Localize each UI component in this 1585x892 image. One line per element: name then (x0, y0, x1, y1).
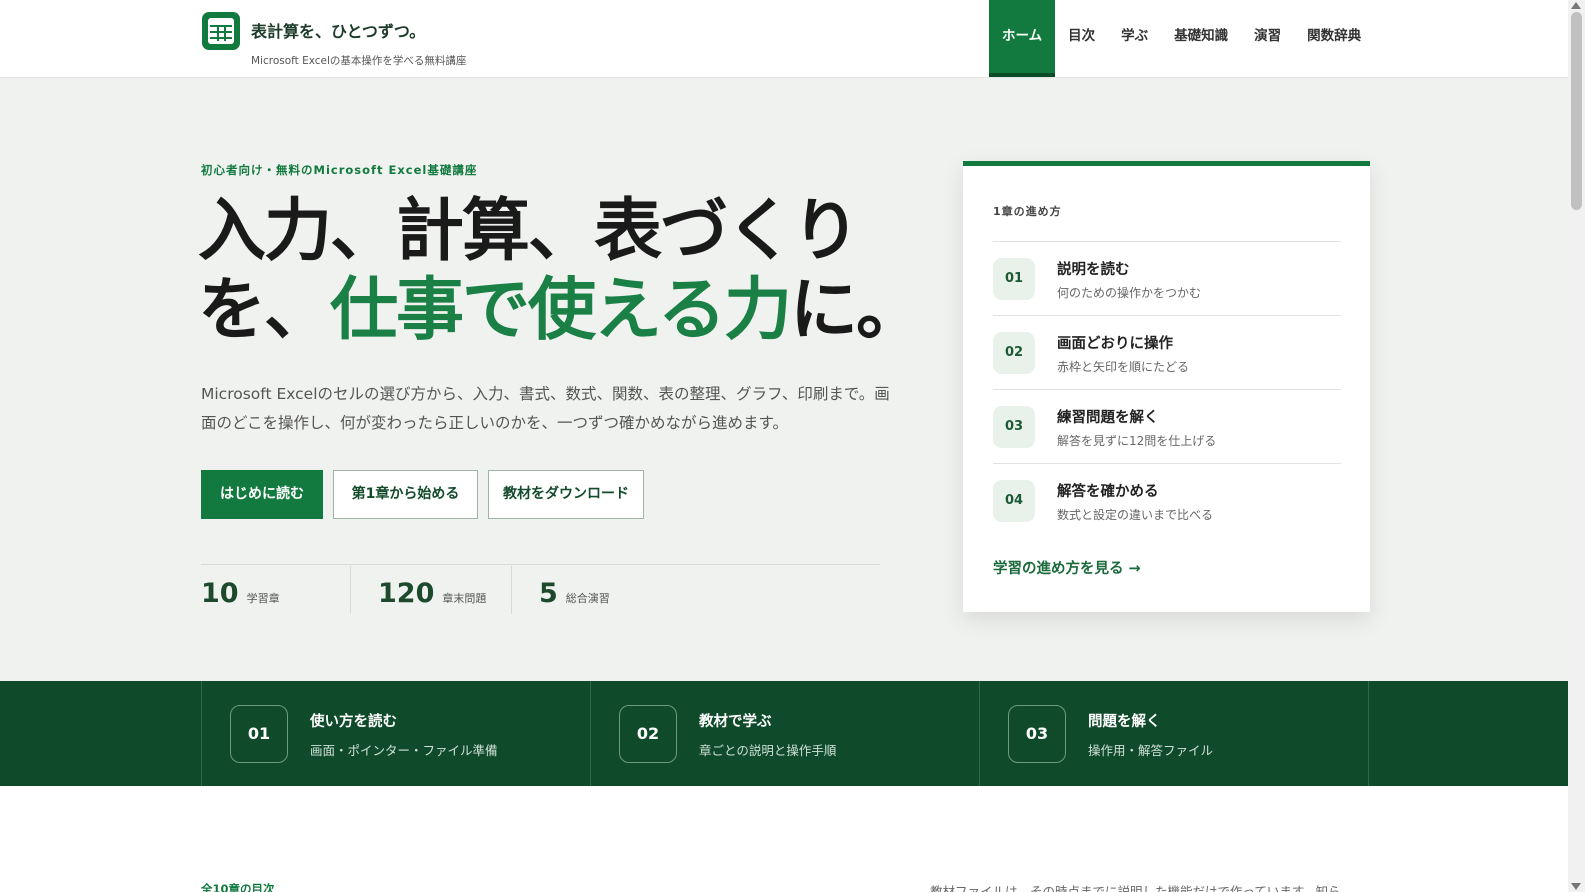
step-title: 画面どおりに操作 (1057, 336, 1173, 352)
stat-separator (350, 566, 351, 614)
scroll-down-icon[interactable] (1571, 883, 1581, 890)
step-number: 02 (993, 332, 1035, 374)
chapter-steps-card: 1章の進め方 01 説明を読む 何のための操作かをつかむ 02 画面どおりに操作… (963, 161, 1370, 612)
band-title: 使い方を読む (310, 714, 397, 730)
step-item: 03 練習問題を解く 解答を見ずに12問を仕上げる (993, 389, 1341, 463)
stat-exercises: 5 総合演習 (539, 578, 610, 626)
feature-band: 01 使い方を読む 画面・ポインター・ファイル準備 02 教材で学ぶ 章ごとの説… (0, 681, 1568, 786)
hero-eyebrow: 初心者向け・無料のMicrosoft Excel基礎講座 (201, 163, 478, 177)
band-title: 問題を解く (1088, 714, 1161, 730)
step-item: 01 説明を読む 何のための操作かをつかむ (993, 241, 1341, 315)
hero-title-suffix: に。 (789, 271, 924, 350)
step-item: 02 画面どおりに操作 赤枠と矢印を順にたどる (993, 315, 1341, 389)
step-subtitle: 赤枠と矢印を順にたどる (1057, 360, 1190, 374)
band-subtitle: 画面・ポインター・ファイル準備 (310, 743, 498, 758)
stat-number: 5 (539, 578, 558, 609)
band-item-solve-problems[interactable]: 03 問題を解く 操作用・解答ファイル (979, 681, 1369, 786)
stat-number: 10 (201, 578, 239, 609)
band-number: 01 (230, 705, 288, 763)
stat-number: 120 (378, 578, 435, 609)
step-title: 説明を読む (1057, 262, 1130, 278)
stat-problems: 120 章末問題 (378, 578, 486, 626)
main-nav: ホーム 目次 学ぶ 基礎知識 演習 関数辞典 (989, 0, 1374, 77)
nav-basics[interactable]: 基礎知識 (1161, 0, 1241, 77)
stats-divider (201, 564, 880, 565)
toc-section: 全10章の目次 教材ファイルは、その時点までに説明した機能だけで作っています。知… (0, 786, 1568, 892)
nav-function-dictionary[interactable]: 関数辞典 (1294, 0, 1374, 77)
stat-separator (511, 566, 512, 614)
toc-label: 全10章の目次 (201, 882, 275, 892)
start-chapter1-button[interactable]: 第1章から始める (333, 470, 478, 519)
read-first-button[interactable]: はじめに読む (201, 470, 323, 519)
band-number: 03 (1008, 705, 1066, 763)
hero-title-accent: 仕事で使える力 (330, 271, 792, 350)
nav-learn[interactable]: 学ぶ (1108, 0, 1161, 77)
step-subtitle: 何のための操作かをつかむ (1057, 286, 1202, 300)
nav-home[interactable]: ホーム (989, 0, 1056, 77)
band-subtitle: 章ごとの説明と操作手順 (699, 743, 837, 758)
step-number: 01 (993, 258, 1035, 300)
stat-label: 総合演習 (565, 592, 610, 605)
band-subtitle: 操作用・解答ファイル (1088, 743, 1214, 758)
hero-description: Microsoft Excelのセルの選び方から、入力、書式、数式、関数、表の整… (201, 385, 890, 432)
step-number: 04 (993, 480, 1035, 522)
band-title: 教材で学ぶ (699, 714, 772, 730)
brand-subtitle: Microsoft Excelの基本操作を学べる無料講座 (251, 55, 467, 67)
hero-title: 入力、計算、表づくり を、仕事で使える力に。 (198, 192, 924, 350)
hero-title-line1: 入力、計算、表づくり (198, 192, 860, 271)
brand-title[interactable]: 表計算を、ひとつずつ。 (251, 18, 425, 42)
nav-contents[interactable]: 目次 (1055, 0, 1108, 77)
learning-steps-link[interactable]: 学習の進め方を見る → (993, 557, 1141, 578)
band-number: 02 (619, 705, 677, 763)
step-subtitle: 解答を見ずに12問を仕上げる (1057, 434, 1217, 448)
step-subtitle: 数式と設定の違いまで比べる (1057, 508, 1214, 522)
page-scrollbar[interactable] (1568, 0, 1585, 892)
step-number: 03 (993, 406, 1035, 448)
band-item-learn-materials[interactable]: 02 教材で学ぶ 章ごとの説明と操作手順 (590, 681, 980, 786)
hero-title-prefix: を、 (198, 271, 332, 350)
step-title: 練習問題を解く (1057, 410, 1159, 426)
band-item-read-usage[interactable]: 01 使い方を読む 画面・ポインター・ファイル準備 (201, 681, 591, 786)
scroll-up-icon[interactable] (1571, 2, 1581, 9)
scroll-thumb[interactable] (1571, 12, 1582, 210)
toc-intro-text: 教材ファイルは、その時点までに説明した機能だけで作っています。知ら (930, 884, 1341, 892)
spreadsheet-icon[interactable] (202, 12, 240, 50)
nav-exercises[interactable]: 演習 (1241, 0, 1294, 77)
site-header: 表計算を、ひとつずつ。 Microsoft Excelの基本操作を学べる無料講座… (0, 0, 1568, 78)
stat-chapters: 10 学習章 (201, 578, 280, 626)
step-title: 解答を確かめる (1057, 484, 1159, 500)
card-heading: 1章の進め方 (993, 205, 1062, 218)
download-materials-button[interactable]: 教材をダウンロード (488, 470, 644, 519)
step-item: 04 解答を確かめる 数式と設定の違いまで比べる (993, 463, 1341, 537)
stat-label: 章末問題 (442, 592, 487, 605)
stat-label: 学習章 (246, 592, 280, 605)
